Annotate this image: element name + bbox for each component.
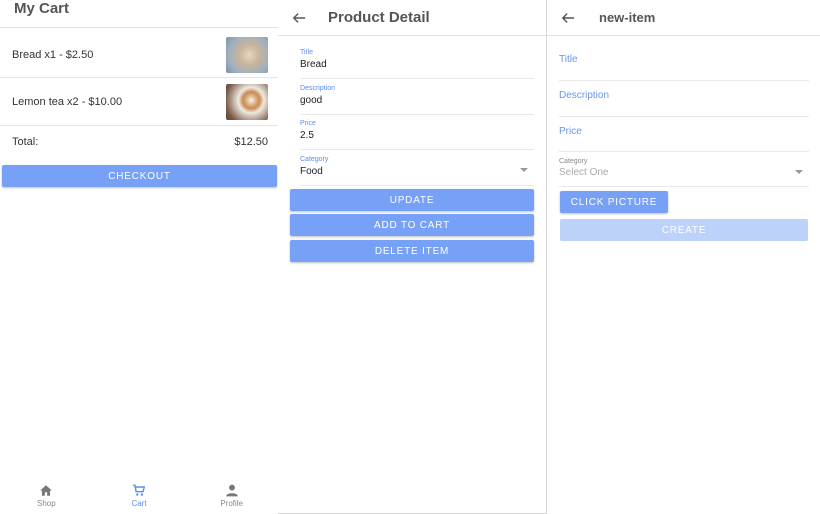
cart-total: Total: $12.50	[0, 126, 278, 158]
back-button[interactable]	[288, 9, 310, 27]
create-button[interactable]: CREATE	[560, 219, 808, 241]
page-title: new-item	[599, 10, 656, 25]
home-icon	[40, 485, 53, 496]
cart-icon	[133, 484, 146, 496]
tab-shop[interactable]: Shop	[0, 478, 93, 514]
detail-appbar: Product Detail	[278, 0, 546, 36]
delete-item-button[interactable]: DELETE ITEM	[290, 240, 534, 262]
bottom-tab-bar: Shop Cart Profile	[0, 478, 278, 514]
tab-label: Cart	[131, 499, 147, 508]
cart-item[interactable]: Lemon tea x2 - $10.00	[0, 78, 278, 126]
price-placeholder: Price	[559, 126, 582, 137]
cart-item-label: Lemon tea x2 - $10.00	[12, 95, 123, 108]
new-item-appbar: new-item	[547, 0, 820, 36]
title-field[interactable]: Title Bread	[300, 49, 534, 79]
new-item-screen: new-item Title Description Price Categor…	[547, 0, 820, 514]
description-placeholder: Description	[559, 90, 610, 101]
add-to-cart-button[interactable]: ADD TO CART	[290, 214, 534, 236]
cart-screen: My Cart Bread x1 - $2.50 Lemon tea x2 - …	[0, 0, 278, 514]
price-label: Price	[300, 120, 316, 127]
cart-item[interactable]: Bread x1 - $2.50	[0, 32, 278, 78]
category-select[interactable]: Category Food	[300, 156, 534, 186]
category-value: Select One	[559, 167, 609, 178]
arrow-left-icon	[561, 12, 575, 23]
title-input[interactable]: Title	[559, 54, 809, 81]
bread-photo	[226, 36, 268, 73]
total-value: $12.50	[234, 136, 268, 148]
dropdown-arrow-icon	[795, 169, 803, 174]
tab-cart[interactable]: Cart	[93, 478, 186, 514]
title-value: Bread	[300, 59, 327, 70]
price-field[interactable]: Price 2.5	[300, 120, 534, 150]
category-value: Food	[300, 166, 323, 177]
tab-label: Shop	[36, 499, 56, 508]
dropdown-arrow-icon	[520, 168, 528, 172]
checkout-button[interactable]: CHECKOUT	[2, 165, 277, 187]
title-label: Title	[300, 49, 313, 56]
tea-photo	[226, 83, 268, 120]
product-detail-screen: Product Detail Title Bread Description g…	[278, 0, 547, 514]
description-value: good	[300, 95, 323, 106]
description-input[interactable]: Description	[559, 90, 809, 117]
tab-profile[interactable]: Profile	[185, 478, 278, 514]
page-title: My Cart	[14, 0, 70, 17]
description-field[interactable]: Description good	[300, 85, 534, 115]
page-title: Product Detail	[328, 9, 430, 26]
category-select[interactable]: Category Select One	[559, 158, 809, 187]
title-placeholder: Title	[559, 54, 578, 65]
person-icon	[225, 484, 238, 497]
cart-item-label: Bread x1 - $2.50	[12, 48, 94, 61]
click-picture-button[interactable]: CLICK PICTURE	[560, 191, 668, 213]
cart-appbar: My Cart	[0, 0, 278, 28]
description-label: Description	[300, 85, 336, 92]
tab-label: Profile	[220, 499, 244, 508]
update-button[interactable]: UPDATE	[290, 189, 534, 211]
price-input[interactable]: Price	[559, 126, 809, 152]
category-label: Category	[559, 158, 588, 165]
category-label: Category	[300, 156, 329, 163]
price-value: 2.5	[300, 130, 314, 141]
arrow-left-icon	[292, 12, 306, 23]
back-button[interactable]	[557, 9, 579, 27]
total-label: Total:	[12, 136, 39, 148]
